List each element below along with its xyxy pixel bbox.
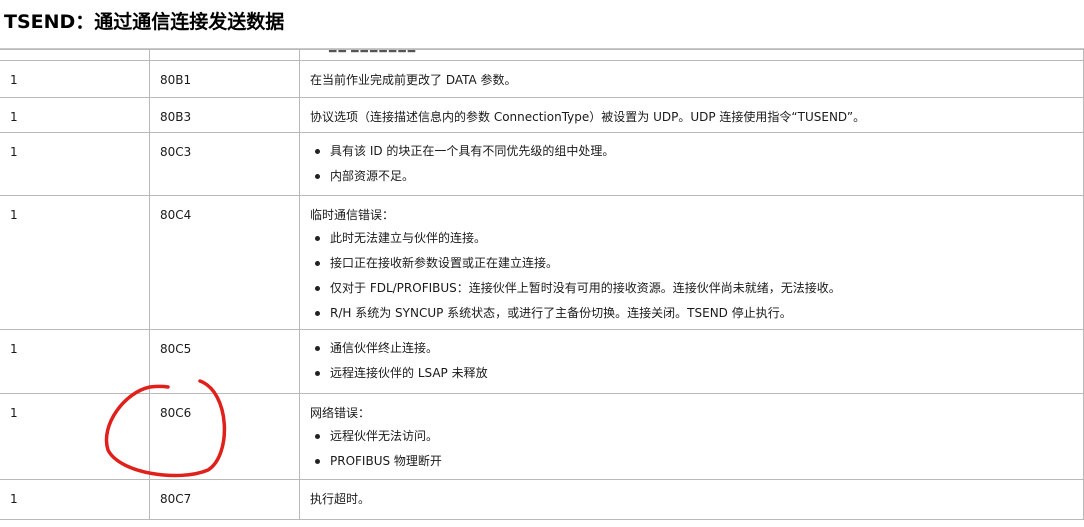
- bullet-list: 通信伙伴终止连接。 远程连接伙伴的 LSAP 未释放: [310, 341, 1073, 381]
- table-row-80B3: 1 80B3 协议选项（连接描述信息内的参数 ConnectionType）被设…: [0, 97, 1084, 133]
- status-value: 1: [10, 342, 18, 356]
- table-row-cut: ▬▬ ▬▬▬▬▬▬▬: [0, 49, 1084, 61]
- error-code: 80C7: [160, 492, 192, 506]
- error-code: 80C5: [160, 342, 192, 356]
- list-item: 通信伙伴终止连接。: [310, 341, 1073, 356]
- description-text: 临时通信错误：: [310, 208, 395, 222]
- status-value: 1: [10, 110, 18, 124]
- bullet-icon: [315, 434, 320, 439]
- table-row-80C5: 1 80C5 通信伙伴终止连接。 远程连接伙伴的 LSAP 未释放: [0, 329, 1084, 394]
- bullet-icon: [315, 371, 320, 376]
- status-value: 1: [10, 73, 18, 87]
- bullet-icon: [315, 286, 320, 291]
- list-item: 接口正在接收新参数设置或正在建立连接。: [310, 256, 1073, 271]
- list-item: 此时无法建立与伙伴的连接。: [310, 231, 1073, 246]
- description-text: 在当前作业完成前更改了 DATA 参数。: [310, 73, 517, 87]
- list-item: R/H 系统为 SYNCUP 系统状态，或进行了主备份切换。连接关闭。TSEND…: [310, 306, 1073, 321]
- table-row-80B1: 1 80B1 在当前作业完成前更改了 DATA 参数。: [0, 60, 1084, 98]
- bullet-icon: [315, 149, 320, 154]
- list-item: 内部资源不足。: [310, 169, 1073, 184]
- table-row-80C3: 1 80C3 具有该 ID 的块正在一个具有不同优先级的组中处理。 内部资源不足…: [0, 132, 1084, 196]
- bullet-list: 具有该 ID 的块正在一个具有不同优先级的组中处理。 内部资源不足。: [310, 144, 1073, 184]
- status-value: 1: [10, 208, 18, 222]
- bullet-icon: [315, 174, 320, 179]
- error-code: 80B3: [160, 110, 192, 124]
- error-code: 80C3: [160, 145, 192, 159]
- list-item: PROFIBUS 物理断开: [310, 454, 1073, 469]
- status-value: 1: [10, 492, 18, 506]
- bullet-icon: [315, 236, 320, 241]
- error-code-table: ▬▬ ▬▬▬▬▬▬▬ 1 80B1 在当前作业完成前更改了 DATA 参数。 1…: [0, 49, 1084, 520]
- table-row-80C4: 1 80C4 临时通信错误： 此时无法建立与伙伴的连接。 接口正在接收新参数设置…: [0, 195, 1084, 330]
- list-item: 远程连接伙伴的 LSAP 未释放: [310, 366, 1073, 381]
- error-code: 80B1: [160, 73, 192, 87]
- bullet-icon: [315, 346, 320, 351]
- page-title: TSEND：通过通信连接发送数据: [4, 11, 285, 33]
- table-row-80C6: 1 80C6 网络错误： 远程伙伴无法访问。 PROFIBUS 物理断开: [0, 393, 1084, 480]
- bullet-list: 此时无法建立与伙伴的连接。 接口正在接收新参数设置或正在建立连接。 仅对于 FD…: [310, 231, 1073, 321]
- description-text: 协议选项（连接描述信息内的参数 ConnectionType）被设置为 UDP。…: [310, 110, 866, 124]
- list-item: 具有该 ID 的块正在一个具有不同优先级的组中处理。: [310, 144, 1073, 159]
- bullet-icon: [315, 311, 320, 316]
- status-value: 1: [10, 406, 18, 420]
- bullet-list: 远程伙伴无法访问。 PROFIBUS 物理断开: [310, 429, 1073, 469]
- error-code: 80C6: [160, 406, 192, 420]
- status-value: 1: [10, 145, 18, 159]
- list-item: 远程伙伴无法访问。: [310, 429, 1073, 444]
- list-item: 仅对于 FDL/PROFIBUS：连接伙伴上暂时没有可用的接收资源。连接伙伴尚未…: [310, 281, 1073, 296]
- description-text: 网络错误：: [310, 406, 371, 420]
- bullet-icon: [315, 261, 320, 266]
- error-code: 80C4: [160, 208, 192, 222]
- bullet-icon: [315, 459, 320, 464]
- description-text: 执行超时。: [310, 492, 371, 506]
- cut-off-text: ▬▬ ▬▬▬▬▬▬▬: [328, 49, 417, 56]
- table-row-80C7: 1 80C7 执行超时。: [0, 479, 1084, 520]
